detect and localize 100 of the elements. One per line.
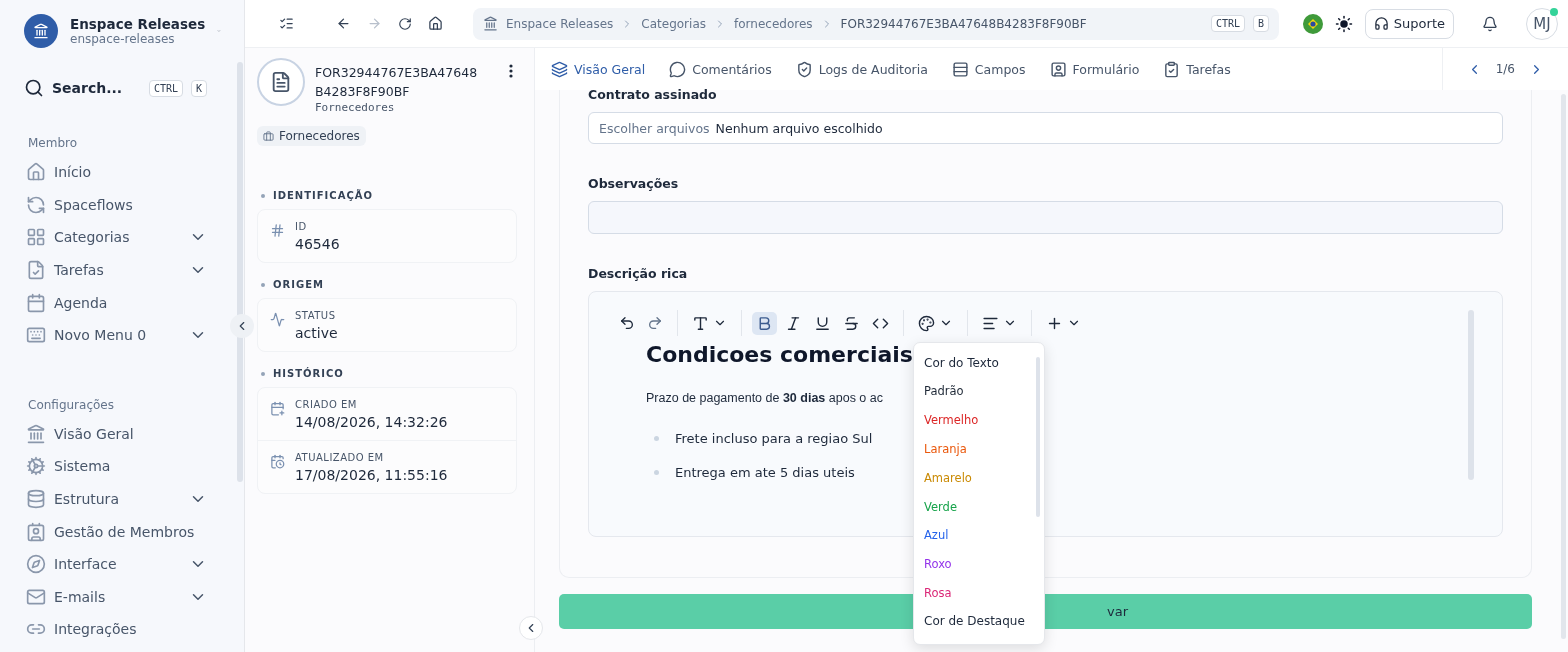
record-subtitle: Fornecedores — [315, 101, 396, 114]
sidebar-section-title: Membro — [27, 136, 79, 150]
bullet-icon — [261, 371, 265, 376]
choose-files-button[interactable]: Escolher arquivos — [599, 120, 710, 136]
shortcut-key: K — [190, 79, 207, 97]
house-icon — [26, 162, 46, 183]
file-input[interactable]: Escolher arquivos Nenhum arquivo escolhido — [588, 112, 1503, 144]
search-icon — [24, 78, 44, 98]
sidebar-item[interactable]: Início — [24, 156, 235, 189]
contact-card-icon — [26, 521, 46, 542]
grid-icon — [26, 227, 46, 248]
color-option[interactable]: Roxo — [924, 549, 1036, 579]
shortcut-key: CTRL — [148, 79, 183, 97]
user-avatar[interactable]: MJ — [1526, 7, 1558, 40]
sidebar-item[interactable]: Interface — [24, 547, 235, 581]
breadcrumb-link[interactable]: FOR32944767E3BA47648B4283F8F90BF — [840, 16, 1087, 31]
page-indicator: 1/6 — [1495, 62, 1515, 76]
tab[interactable]: Formulário — [1049, 56, 1150, 82]
shortcut-key: CTRL — [1210, 15, 1245, 32]
refresh-icon — [26, 194, 46, 215]
sidebar-section-title: Configurações — [27, 397, 115, 412]
underline-icon — [814, 314, 831, 332]
text-icon — [692, 314, 709, 332]
sidebar-item[interactable]: Categorias — [24, 221, 235, 254]
tab[interactable]: Tarefas — [1163, 56, 1241, 82]
color-option[interactable]: Vermelho — [924, 405, 1036, 435]
strike-icon — [843, 314, 860, 332]
collapse-button[interactable] — [519, 616, 543, 640]
breadcrumb-link[interactable]: Enspace Releases — [506, 16, 614, 31]
sun-icon — [1334, 14, 1353, 33]
palette-icon — [918, 314, 935, 332]
calendar-plus-icon — [270, 401, 285, 416]
activity-icon — [270, 312, 285, 327]
sidebar-item[interactable]: E-mails — [24, 580, 235, 614]
sidebar-item[interactable]: Visão Geral — [24, 417, 235, 451]
breadcrumb-link[interactable]: Categorias — [641, 16, 706, 31]
sidebar-item[interactable]: Integrações — [24, 613, 235, 646]
compass-icon — [26, 554, 46, 575]
user-card-icon — [1049, 60, 1067, 78]
field-label: Contrato assinado — [588, 87, 718, 102]
bank-icon — [483, 16, 498, 31]
section-title: IDENTIFICAÇÃO — [273, 190, 373, 201]
field-label: ID — [295, 221, 308, 232]
sidebar-item[interactable]: Agenda — [24, 286, 235, 319]
color-option[interactable]: Padrão — [924, 377, 1036, 406]
shortcut-key: B — [1252, 15, 1269, 32]
database-icon — [26, 489, 46, 510]
section-title: HISTÓRICO — [273, 368, 344, 379]
clipboard-check-icon — [1163, 60, 1181, 78]
sidebar-item[interactable]: Estrutura — [24, 482, 235, 516]
layers-icon — [551, 60, 568, 78]
reload-icon — [398, 16, 412, 31]
file-check-icon — [26, 260, 46, 281]
breadcrumb-link[interactable]: fornecedores — [734, 16, 813, 31]
chat-bubble-icon — [669, 60, 687, 78]
headset-icon — [1373, 16, 1389, 31]
support-button[interactable]: Suporte — [1364, 8, 1454, 39]
sidebar-item[interactable]: Spaceflows — [24, 188, 235, 222]
keyboard-icon — [26, 325, 46, 346]
flag-icon[interactable] — [1302, 13, 1323, 34]
field-value: 14/08/2026, 14:32:26 — [295, 414, 448, 430]
rows-icon — [951, 60, 969, 78]
scrollbar[interactable] — [1560, 94, 1566, 639]
list-item: Frete incluso para a regiao Sul — [675, 431, 873, 446]
input-field[interactable] — [588, 201, 1503, 234]
sidebar-item[interactable]: Tarefas — [24, 253, 235, 287]
tab[interactable]: Comentários — [669, 56, 782, 82]
scrollbar[interactable] — [1468, 310, 1474, 480]
field-label: ATUALIZADO EM — [295, 452, 385, 463]
tab[interactable]: Logs de Auditoria — [795, 56, 938, 82]
tab[interactable]: Campos — [951, 56, 1036, 82]
field-value: 17/08/2026, 11:55:16 — [295, 467, 448, 483]
house-icon — [428, 16, 443, 31]
checklist-icon — [279, 16, 294, 31]
bullet-icon — [654, 436, 659, 441]
record-title: FOR32944767E3BA47648B4283F8F90BF — [315, 64, 479, 101]
calendar-icon — [26, 292, 46, 313]
workspace-slug: enspace-releases — [70, 32, 176, 46]
scrollbar[interactable] — [1036, 357, 1040, 517]
bullet-icon — [654, 470, 659, 475]
sidebar-item[interactable]: Sistema — [24, 450, 235, 483]
briefcase-icon — [263, 130, 274, 142]
search-field[interactable]: Search... — [52, 80, 141, 96]
section-title: ORIGEM — [273, 279, 324, 290]
sidebar-item[interactable]: Gestão de Membros — [24, 515, 235, 548]
shield-check-icon — [795, 60, 813, 78]
field-value: active — [295, 325, 338, 341]
color-option[interactable]: Laranja — [924, 434, 1036, 464]
list-item: Entrega em ate 5 dias uteis — [675, 465, 855, 480]
italic-icon — [785, 314, 802, 332]
category-tag: Fornecedores — [257, 126, 366, 146]
bold-button[interactable] — [752, 311, 777, 335]
hash-icon — [270, 223, 285, 238]
menu-heading: Cor do Texto — [924, 355, 1000, 372]
file-status: Nenhum arquivo escolhido — [715, 120, 883, 136]
bank-icon — [33, 23, 49, 39]
field-label: Descrição rica — [588, 266, 689, 281]
bank-icon — [26, 423, 46, 444]
tab[interactable]: Visão Geral — [551, 56, 656, 82]
field-value: 46546 — [295, 236, 340, 252]
